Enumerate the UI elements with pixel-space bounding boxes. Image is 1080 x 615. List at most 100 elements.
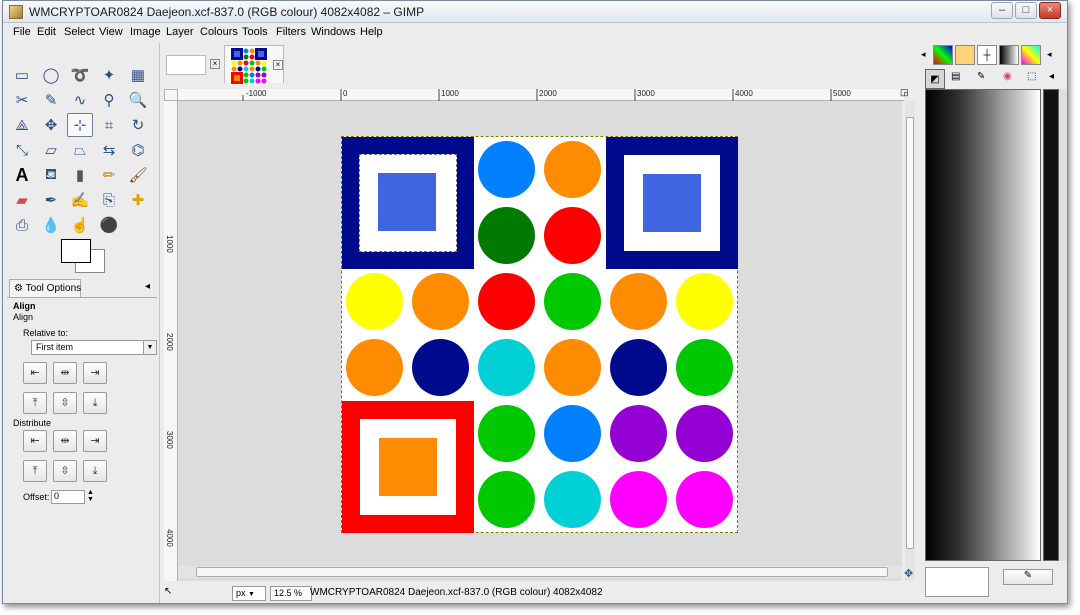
edit-button-icon[interactable]: ✎ — [1003, 569, 1053, 585]
menu-view[interactable]: View — [99, 26, 123, 38]
foreground-color[interactable] — [61, 239, 91, 263]
dock-scrollbar[interactable] — [1059, 89, 1067, 561]
palettes-tab-icon[interactable] — [933, 45, 953, 65]
tab-menu-icon[interactable]: ◂ — [145, 281, 150, 292]
align-bottom-button[interactable]: ⤓ — [83, 392, 107, 414]
image-tab-1[interactable]: × — [164, 45, 222, 83]
clone-icon[interactable]: ⎘ — [96, 188, 122, 212]
paintbrush-icon[interactable]: 🖌 — [125, 163, 151, 187]
perspective-clone-icon[interactable]: ⎙ — [9, 213, 35, 237]
image-tab-2[interactable]: × — [224, 45, 284, 85]
offset-input[interactable]: 0 — [51, 490, 85, 504]
tab-menu-icon[interactable]: ◂ — [1049, 71, 1054, 82]
fuzzy-select-icon[interactable]: ✦ — [96, 63, 122, 87]
crop-icon[interactable]: ⌗ — [96, 113, 122, 137]
distribute-left-button[interactable]: ⇤ — [23, 430, 47, 452]
blur-icon[interactable]: 💧 — [38, 213, 64, 237]
blend-icon[interactable]: ▮ — [67, 163, 93, 187]
close-button[interactable]: × — [1039, 2, 1061, 19]
menu-windows[interactable]: Windows — [311, 26, 356, 38]
menu-file[interactable]: File — [13, 26, 31, 38]
airbrush-icon[interactable]: ✒ — [38, 188, 64, 212]
menu-colours[interactable]: Colours — [200, 26, 238, 38]
vertical-ruler[interactable]: 1000 2000 3000 4000 — [164, 101, 178, 581]
align-middle-v-button[interactable]: ⇳ — [53, 392, 77, 414]
gradients-tab-icon[interactable] — [999, 45, 1019, 65]
distribute-center-h-button[interactable]: ⇹ — [53, 430, 77, 452]
paths-icon[interactable]: ∿ — [67, 88, 93, 112]
menu-select[interactable]: Select — [64, 26, 95, 38]
shear-icon[interactable]: ▱ — [38, 138, 64, 162]
patterns-tab-icon[interactable] — [955, 45, 975, 65]
align-icon[interactable]: ⊹ — [67, 113, 93, 137]
distribute-middle-v-button[interactable]: ⇳ — [53, 460, 77, 482]
flip-icon[interactable]: ⇆ — [96, 138, 122, 162]
horizontal-scroll-thumb[interactable] — [196, 567, 888, 577]
image-canvas[interactable] — [341, 136, 738, 533]
ellipse-select-icon[interactable]: ◯ — [38, 63, 64, 87]
align-center-h-button[interactable]: ⇹ — [53, 362, 77, 384]
rotate-icon[interactable]: ↻ — [125, 113, 151, 137]
zoom-icon[interactable]: 🔍 — [125, 88, 151, 112]
channels-tab-icon[interactable]: ▤ — [951, 71, 960, 82]
distribute-top-button[interactable]: ⤒ — [23, 460, 47, 482]
color-picker-icon[interactable]: ⚲ — [96, 88, 122, 112]
horizontal-scrollbar[interactable] — [178, 566, 902, 578]
images-tab-icon[interactable]: ⬚ — [1027, 71, 1036, 82]
heal-icon[interactable]: ✚ — [125, 188, 151, 212]
align-left-button[interactable]: ⇤ — [23, 362, 47, 384]
relative-to-select[interactable]: First item ▼ — [31, 340, 157, 355]
eraser-icon[interactable]: ▰ — [9, 188, 35, 212]
move-icon[interactable]: ✥ — [38, 113, 64, 137]
free-select-icon[interactable]: ➰ — [67, 63, 93, 87]
menu-filters[interactable]: Filters — [276, 26, 306, 38]
align-top-button[interactable]: ⤒ — [23, 392, 47, 414]
cage-icon[interactable]: ⌬ — [125, 138, 151, 162]
offset-spin-icon[interactable]: ▲ ▼ — [87, 489, 94, 503]
canvas-viewport[interactable] — [178, 101, 902, 581]
smudge-icon[interactable]: ☝ — [67, 213, 93, 237]
vertical-scroll-thumb[interactable] — [906, 117, 914, 549]
text-tool-icon[interactable]: A — [9, 163, 35, 187]
perspective-icon[interactable]: ⏢ — [67, 138, 93, 162]
maximize-button[interactable]: □ — [1015, 2, 1037, 19]
paths-tab-icon[interactable]: ✎ — [977, 71, 985, 82]
brush-preview[interactable] — [925, 567, 989, 597]
menu-image[interactable]: Image — [130, 26, 161, 38]
unit-select[interactable]: px ▼ — [232, 586, 266, 601]
align-right-button[interactable]: ⇥ — [83, 362, 107, 384]
minimize-button[interactable]: – — [991, 2, 1013, 19]
zoom-select[interactable]: 12.5 % — [270, 586, 312, 601]
foreground-select-icon[interactable]: ✎ — [38, 88, 64, 112]
quick-mask-corner-icon[interactable] — [164, 89, 178, 101]
layers-tab-icon[interactable]: ◩ — [925, 69, 945, 89]
tab-menu-icon[interactable]: ◂ — [1047, 49, 1052, 60]
tool-options-tab[interactable]: ⚙ Tool Options — [9, 279, 81, 297]
menu-tools[interactable]: Tools — [242, 26, 268, 38]
close-tab-icon[interactable]: × — [273, 60, 283, 70]
close-tab-icon[interactable]: × — [210, 59, 220, 69]
distribute-right-button[interactable]: ⇥ — [83, 430, 107, 452]
pencil-icon[interactable]: ✏ — [96, 163, 122, 187]
rect-select-icon[interactable]: ▭ — [9, 63, 35, 87]
undo-tab-icon[interactable]: ◉ — [1003, 71, 1012, 82]
navigate-icon[interactable]: ✥ — [904, 567, 913, 580]
scale-icon[interactable]: ⤡ — [9, 138, 35, 162]
fonts-tab-icon[interactable] — [1021, 45, 1041, 65]
bucket-fill-icon[interactable]: ⛾ — [38, 163, 64, 187]
distribute-bottom-button[interactable]: ⤓ — [83, 460, 107, 482]
measure-icon[interactable]: ⟁ — [9, 113, 35, 137]
color-select-icon[interactable]: ▦ — [125, 63, 151, 87]
fg-bg-color-swatches[interactable] — [61, 239, 107, 275]
vertical-scrollbar[interactable] — [905, 101, 915, 581]
horizontal-ruler[interactable]: -1000 0 1000 2000 3000 4000 5000 — [178, 89, 904, 101]
dodge-burn-icon[interactable]: ⚫ — [96, 213, 122, 237]
scissors-icon[interactable]: ✂ — [9, 88, 35, 112]
zoom-image-when-window-size-changes-icon[interactable]: ◲ — [900, 87, 909, 98]
tab-menu-icon[interactable]: ◂ — [921, 49, 926, 60]
menu-layer[interactable]: Layer — [166, 26, 194, 38]
menu-edit[interactable]: Edit — [37, 26, 56, 38]
ink-icon[interactable]: ✍ — [67, 188, 93, 212]
brushes-tab-icon[interactable]: ┼ — [977, 45, 997, 65]
menu-help[interactable]: Help — [360, 26, 383, 38]
